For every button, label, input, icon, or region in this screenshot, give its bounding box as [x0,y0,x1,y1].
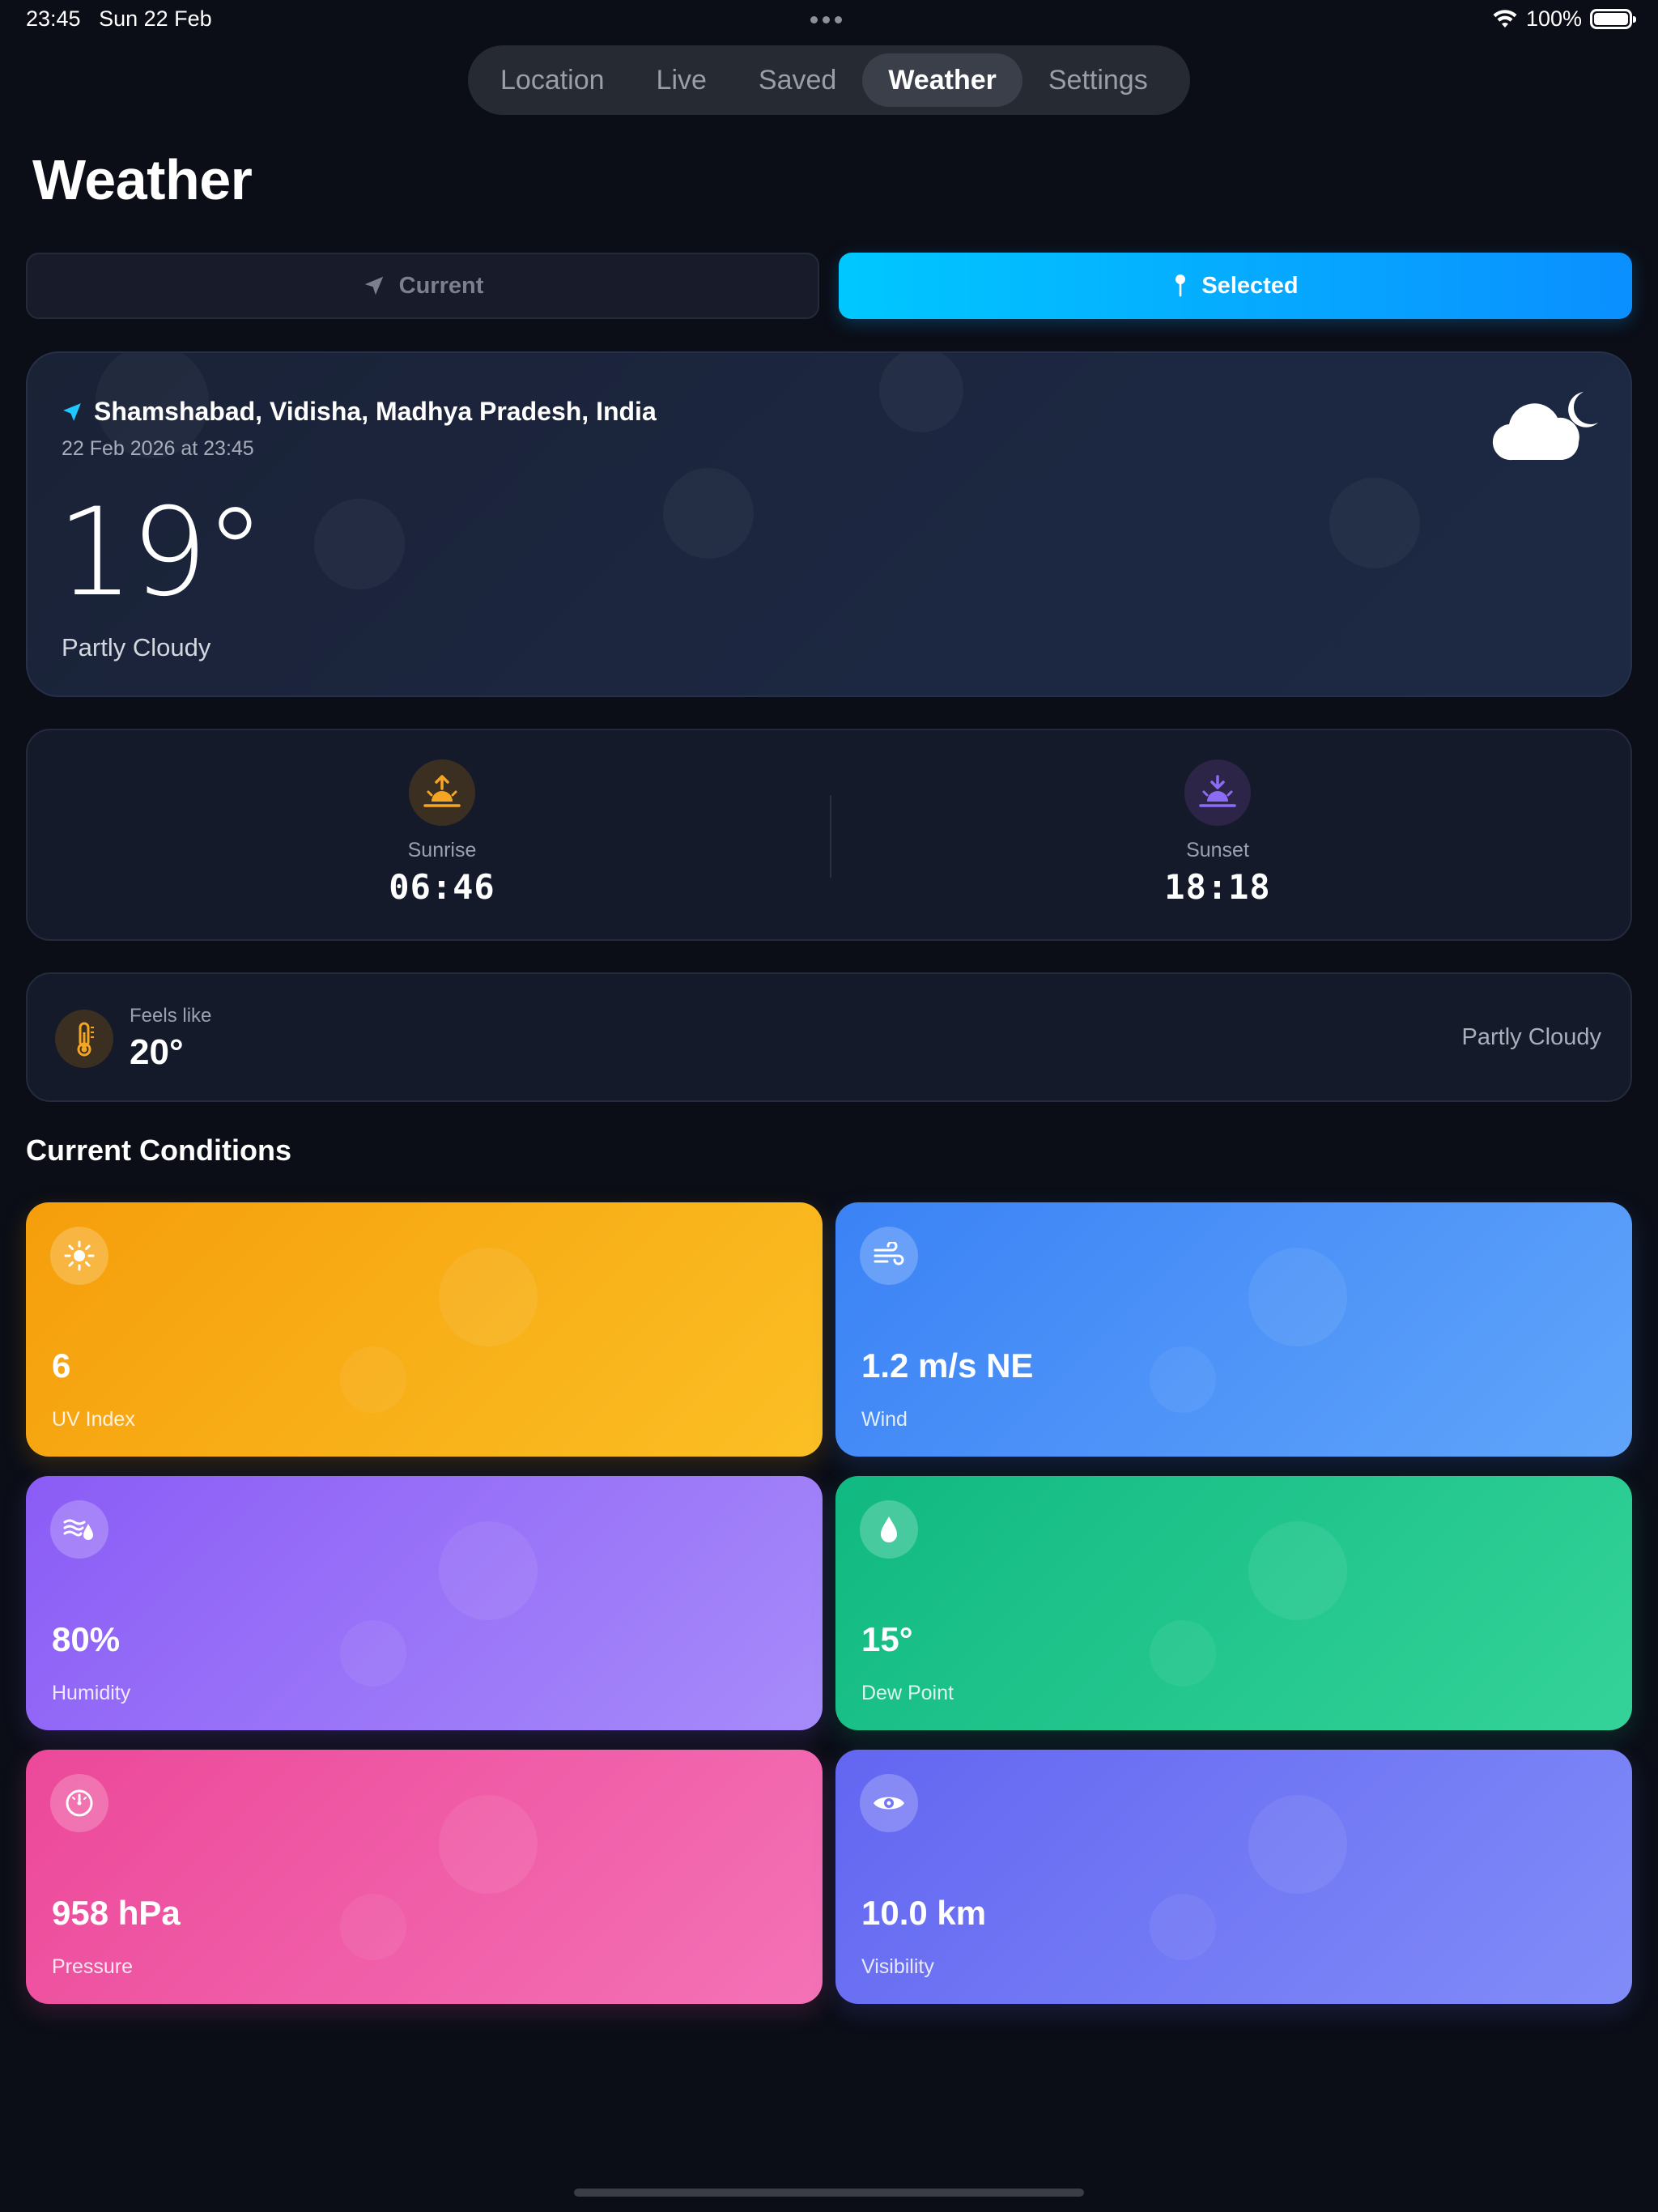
wind-label: Wind [861,1408,908,1431]
status-bar-time: 23:45 Sun 22 Feb [26,6,212,32]
sunrise-time: 06:46 [389,867,495,907]
section-title-current-conditions: Current Conditions [26,1134,291,1167]
cloud-moon-icon [1492,392,1598,461]
gauge-icon [50,1774,108,1832]
sunset-label: Sunset [1186,839,1249,861]
thermometer-icon [55,1010,113,1068]
tab-weather[interactable]: Weather [862,53,1022,107]
droplet-icon [860,1500,918,1559]
navigation-arrow-icon [364,276,383,296]
current-location-button[interactable]: Current [26,253,819,319]
wind-tile[interactable]: 1.2 m/s NE Wind [835,1202,1632,1457]
pressure-value: 958 hPa [52,1894,181,1932]
dew-point-tile[interactable]: 15° Dew Point [835,1476,1632,1730]
status-bar-right: 100% [1492,6,1636,32]
sunset-time: 18:18 [1164,867,1271,907]
tab-live[interactable]: Live [631,53,733,107]
pressure-label: Pressure [52,1955,134,1978]
sunset-section: Sunset 18:18 [1056,730,1380,941]
humidity-value: 80% [52,1620,121,1658]
dew-point-label: Dew Point [861,1682,954,1704]
location-name: Shamshabad, Vidisha, Madhya Pradesh, Ind… [94,397,657,426]
sun-times-card: Sunrise 06:46 Sunset 18:18 [26,729,1632,941]
tab-saved[interactable]: Saved [733,53,862,107]
visibility-tile[interactable]: 10.0 km Visibility [835,1750,1632,2004]
selected-label: Selected [1201,272,1299,299]
visibility-label: Visibility [861,1955,934,1978]
sun-icon [50,1227,108,1285]
uv-index-tile[interactable]: 6 UV Index [26,1202,823,1457]
wifi-icon [1493,9,1517,28]
weather-condition: Partly Cloudy [62,633,211,661]
humidity-icon [50,1500,108,1559]
wind-icon [860,1227,918,1285]
sunrise-icon [409,759,475,826]
multitasking-dots[interactable] [810,16,842,23]
tab-settings[interactable]: Settings [1022,53,1174,107]
uv-index-value: 6 [52,1346,71,1385]
wind-value: 1.2 m/s NE [861,1346,1034,1385]
feels-like-label: Feels like [130,1005,212,1027]
battery-icon [1590,9,1636,29]
page-title: Weather [32,148,253,211]
feels-like-value: 20° [130,1032,184,1072]
pin-icon [1175,274,1186,297]
visibility-value: 10.0 km [861,1894,987,1932]
divider [830,795,831,878]
dew-point-value: 15° [861,1620,913,1658]
feels-like-card: Feels like 20° Partly Cloudy [26,972,1632,1102]
sunset-icon [1184,759,1251,826]
current-weather-card: Shamshabad, Vidisha, Madhya Pradesh, Ind… [26,351,1632,697]
sunrise-section: Sunrise 06:46 [280,730,604,941]
current-label: Current [398,272,484,299]
pressure-tile[interactable]: 958 hPa Pressure [26,1750,823,2004]
humidity-label: Humidity [52,1682,131,1704]
tab-location[interactable]: Location [474,53,631,107]
selected-location-button[interactable]: Selected [839,253,1632,319]
location-row: Shamshabad, Vidisha, Madhya Pradesh, Ind… [62,397,657,427]
weather-datetime: 22 Feb 2026 at 23:45 [62,437,254,460]
location-arrow-icon [63,402,81,421]
feels-like-condition: Partly Cloudy [1461,1024,1601,1050]
humidity-tile[interactable]: 80% Humidity [26,1476,823,1730]
current-temperature: 19° [57,483,266,623]
top-tab-bar: Location Live Saved Weather Settings [468,45,1190,115]
home-indicator[interactable] [574,2189,1084,2197]
status-time: 23:45 [26,6,81,31]
battery-percent: 100% [1525,6,1582,31]
status-date: Sun 22 Feb [99,6,212,31]
uv-index-label: UV Index [52,1408,135,1431]
eye-icon [860,1774,918,1832]
sunrise-label: Sunrise [407,839,477,861]
